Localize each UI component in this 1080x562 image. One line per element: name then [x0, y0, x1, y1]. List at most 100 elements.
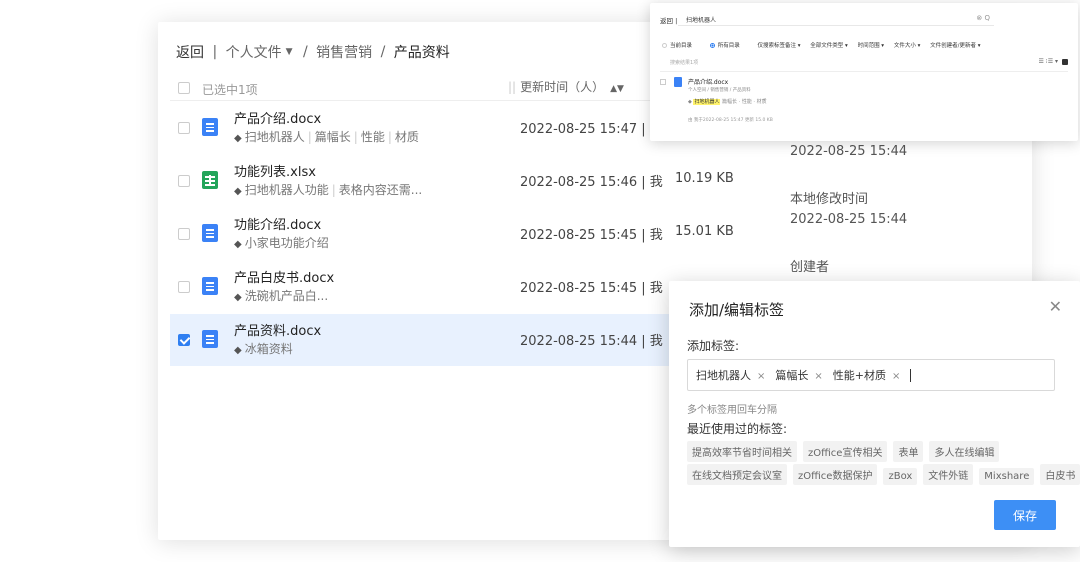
- mini-result-tags-rest: 篇幅长 · 性能 · 材质: [722, 99, 767, 105]
- save-button[interactable]: 保存: [994, 500, 1056, 530]
- text-cursor: [910, 368, 912, 382]
- tag-icon: ◆: [234, 133, 242, 144]
- tag-icon: ◆: [234, 292, 242, 303]
- created-time-value: 2022-08-25 15:44: [790, 144, 908, 159]
- filter-file-types[interactable]: 全部文件类型 ▾: [810, 43, 848, 49]
- recent-tag-chip[interactable]: 文件外链: [923, 464, 974, 485]
- selected-count: 已选中1项: [202, 83, 258, 97]
- recent-tag-chip[interactable]: 表单: [893, 441, 924, 462]
- search-input[interactable]: 扫地机器人 ⊗ Q: [678, 12, 994, 26]
- result-count: 搜索结果1项: [670, 60, 699, 66]
- row-checkbox[interactable]: [178, 228, 190, 240]
- search-filters: 当前目录 所有目录 仅搜索标签备注 ▾ 全部文件类型 ▾ 时间范围 ▾ 文件大小…: [662, 41, 988, 49]
- document-icon: [674, 77, 682, 87]
- file-name[interactable]: 产品介绍.docx: [234, 108, 321, 127]
- column-header-updated-label: 更新时间（人）: [520, 80, 605, 94]
- sort-icon[interactable]: ▲▼: [610, 84, 624, 94]
- filter-file-size[interactable]: 文件大小 ▾: [894, 43, 921, 49]
- file-tag[interactable]: 扫地机器人功能: [245, 183, 329, 197]
- highlighted-tag: 扫地机器人: [693, 99, 721, 105]
- search-window: 返回 | 扫地机器人 ⊗ Q 当前目录 所有目录 仅搜索标签备注 ▾ 全部文件类…: [650, 3, 1078, 141]
- recent-tag-chip[interactable]: 白皮书: [1040, 464, 1080, 485]
- file-tag[interactable]: 性能: [361, 130, 385, 144]
- file-tags: ◆ 小家电功能介绍: [234, 234, 329, 251]
- file-tags: ◆ 冰箱资料: [234, 340, 293, 357]
- breadcrumb-root[interactable]: 个人文件: [226, 45, 282, 61]
- file-tag[interactable]: 表格内容还需...: [339, 183, 422, 197]
- search-icon[interactable]: ⊗ Q: [976, 14, 990, 22]
- recent-tag-chip[interactable]: 提高效率节省时间相关: [687, 441, 797, 462]
- file-size: 10.19 KB: [675, 171, 734, 186]
- breadcrumb: 返回 | 个人文件 ▼ / 销售营销 / 产品资料: [176, 42, 450, 62]
- file-tags: ◆ 洗碗机产品白...: [234, 287, 328, 304]
- file-tag[interactable]: 冰箱资料: [245, 342, 293, 356]
- breadcrumb-divider: |: [212, 44, 218, 60]
- tags-hint: 多个标签用回车分隔: [687, 405, 777, 416]
- file-name[interactable]: 功能列表.xlsx: [234, 161, 316, 180]
- column-header-updated[interactable]: || 更新时间（人） ▲▼: [508, 78, 624, 95]
- select-all-checkbox[interactable]: [178, 82, 190, 94]
- current-tag-label: 性能+材质: [832, 369, 886, 382]
- file-tag[interactable]: 篇幅长: [315, 130, 351, 144]
- local-modified-label: 本地修改时间: [790, 192, 869, 207]
- mini-result-name[interactable]: 产品介绍.docx: [688, 77, 728, 86]
- mini-result-tags: ◆ 扫地机器人 篇幅长 · 性能 · 材质: [688, 99, 767, 105]
- filter-tag-note[interactable]: 仅搜索标签备注 ▾: [758, 43, 801, 49]
- file-tag[interactable]: 洗碗机产品白...: [245, 289, 328, 303]
- search-input-value: 扫地机器人: [686, 17, 717, 24]
- row-checkbox[interactable]: [178, 122, 190, 134]
- remove-tag-icon[interactable]: ×: [814, 371, 822, 382]
- document-icon: [202, 277, 218, 295]
- file-updated: 2022-08-25 15:44 | 我: [520, 334, 663, 349]
- recent-tags-label: 最近使用过的标签:: [687, 422, 788, 436]
- view-tools-label: ☰ ⁝☰ ▾: [1038, 58, 1059, 65]
- recent-tag-chip[interactable]: Mixshare: [979, 468, 1035, 485]
- file-updated: 2022-08-25 15:46 | 我: [520, 175, 663, 190]
- recent-tag-chip[interactable]: zOffice数据保护: [793, 464, 878, 485]
- local-modified-value: 2022-08-25 15:44: [790, 212, 908, 227]
- tags-input[interactable]: 扫地机器人 × 篇幅长 × 性能+材质 ×: [687, 359, 1055, 391]
- creator-label: 创建者: [790, 260, 830, 275]
- row-checkbox[interactable]: [178, 281, 190, 293]
- mini-result-path: 个人空间 / 销售营销 / 产品资料: [688, 88, 751, 93]
- back-link[interactable]: 返回: [176, 45, 204, 61]
- recent-tag-chip[interactable]: 在线文档预定会议室: [687, 464, 787, 485]
- mini-back-link[interactable]: 返回 |: [660, 15, 677, 25]
- info-panel-icon[interactable]: [1062, 58, 1068, 65]
- breadcrumb-slash: /: [303, 44, 308, 60]
- file-tag[interactable]: 扫地机器人: [245, 130, 305, 144]
- view-tools[interactable]: ☰ ⁝☰ ▾: [1038, 58, 1068, 65]
- file-name[interactable]: 功能介绍.docx: [234, 214, 321, 233]
- filter-current-dir-label: 当前目录: [670, 43, 693, 49]
- current-tag: 扫地机器人 ×: [696, 367, 765, 383]
- breadcrumb-slash: /: [380, 44, 386, 60]
- mini-divider: [660, 71, 1068, 72]
- chevron-down-icon[interactable]: ▼: [286, 47, 293, 57]
- remove-tag-icon[interactable]: ×: [757, 371, 765, 382]
- breadcrumb-level1[interactable]: 销售营销: [316, 45, 372, 61]
- breadcrumb-current: 产品资料: [393, 45, 450, 61]
- row-checkbox[interactable]: [178, 334, 190, 346]
- edit-tags-dialog: 添加/编辑标签 ✕ 添加标签: 扫地机器人 × 篇幅长 × 性能+材质 × 多个标签用回车…: [669, 281, 1080, 547]
- file-tag[interactable]: 小家电功能介绍: [245, 236, 329, 250]
- file-name[interactable]: 产品资料.docx: [234, 320, 321, 339]
- spreadsheet-icon: [202, 171, 218, 189]
- filter-time-range[interactable]: 时间范围 ▾: [858, 43, 885, 49]
- table-row[interactable]: 功能列表.xlsx ◆ 扫地机器人功能 | 表格内容还需... 2022-08-25 15…: [170, 155, 1032, 207]
- recent-tags-row: 提高效率节省时间相关 zOffice宣传相关 表单 多人在线编辑: [687, 441, 1067, 462]
- recent-tag-chip[interactable]: zOffice宣传相关: [803, 441, 888, 462]
- remove-tag-icon[interactable]: ×: [892, 371, 900, 382]
- close-icon[interactable]: ✕: [1049, 297, 1062, 316]
- tag-icon: ◆: [234, 186, 242, 197]
- file-tags: ◆ 扫地机器人功能 | 表格内容还需...: [234, 183, 423, 197]
- filter-creator[interactable]: 文件创建者/更新者 ▾: [930, 43, 980, 49]
- mini-row-checkbox[interactable]: [660, 79, 666, 85]
- filter-all-dir[interactable]: 所有目录: [709, 43, 748, 49]
- filter-current-dir[interactable]: 当前目录: [662, 43, 700, 49]
- recent-tag-chip[interactable]: zBox: [883, 468, 918, 485]
- file-tag[interactable]: 材质: [395, 130, 419, 144]
- recent-tag-chip[interactable]: 多人在线编辑: [929, 441, 1000, 462]
- row-checkbox[interactable]: [178, 175, 190, 187]
- file-name[interactable]: 产品白皮书.docx: [234, 267, 334, 286]
- add-tags-label: 添加标签:: [687, 339, 740, 353]
